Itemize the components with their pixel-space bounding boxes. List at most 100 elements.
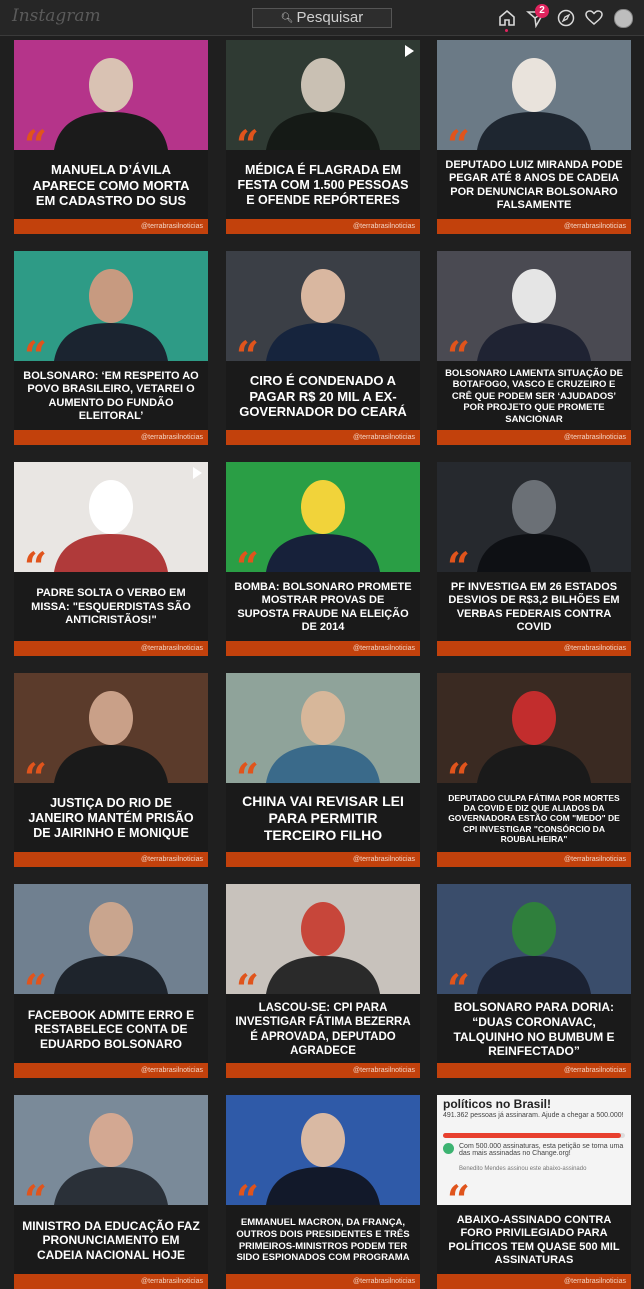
post-photo	[226, 462, 420, 572]
post-footer-handle: @terrabrasilnoticias	[226, 1063, 420, 1078]
headline-text: BOLSONARO: ‘EM RESPEITO AO POVO BRASILEI…	[23, 369, 199, 422]
post-photo	[437, 462, 631, 572]
check-icon	[443, 1143, 454, 1154]
post-card[interactable]: LASCOU-SE: CPI PARA INVESTIGAR FÁTIMA BE…	[226, 884, 420, 1078]
explore-compass-icon[interactable]	[556, 8, 576, 28]
quote-mark-icon: “	[24, 333, 47, 380]
post-footer-handle: @terrabrasilnoticias	[226, 219, 420, 234]
quote-mark-icon: “	[447, 544, 470, 591]
post-card[interactable]: BOLSONARO LAMENTA SITUAÇÃO DE BOTAFOGO, …	[437, 251, 631, 445]
post-footer-handle: @terrabrasilnoticias	[14, 641, 208, 656]
post-footer-handle: @terrabrasilnoticias	[14, 852, 208, 867]
post-footer-handle: @terrabrasilnoticias	[226, 641, 420, 656]
post-card[interactable]: CHINA VAI REVISAR LEI PARA PERMITIR TERC…	[226, 673, 420, 867]
post-headline: EMMANUEL MACRON, DA FRANÇA, OUTROS DOIS …	[226, 1205, 420, 1274]
headline-text: BOLSONARO PARA DORIA: “DUAS CORONAVAC, T…	[453, 1000, 615, 1059]
headline-text: PF INVESTIGA EM 26 ESTADOS DESVIOS DE R$…	[448, 580, 620, 633]
quote-mark-icon: “	[447, 1177, 470, 1224]
instagram-logo[interactable]: Instagram	[12, 6, 101, 26]
post-card[interactable]: FACEBOOK ADMITE ERRO E RESTABELECE CONTA…	[14, 884, 208, 1078]
post-card[interactable]: BOLSONARO: ‘EM RESPEITO AO POVO BRASILEI…	[14, 251, 208, 445]
post-photo	[14, 251, 208, 361]
petition-progress-bar	[443, 1133, 625, 1138]
post-headline: MÉDICA É FLAGRADA EM FESTA COM 1.500 PES…	[226, 150, 420, 219]
headline-text: EMMANUEL MACRON, DA FRANÇA, OUTROS DOIS …	[236, 1217, 410, 1264]
post-card[interactable]: MINISTRO DA EDUCAÇÃO FAZ PRONUNCIAMENTO …	[14, 1095, 208, 1289]
headline-text: BOMBA: BOLSONARO PROMETE MOSTRAR PROVAS …	[234, 580, 412, 633]
top-bar: Instagram 🔍︎ Pesquisar 2	[0, 0, 644, 36]
post-photo	[226, 40, 420, 150]
post-headline: DEPUTADO CULPA FÁTIMA POR MORTES DA COVI…	[437, 783, 631, 852]
post-headline: CIRO É CONDENADO A PAGAR R$ 20 MIL A EX-…	[226, 361, 420, 430]
video-play-icon	[193, 467, 202, 479]
quote-mark-icon: “	[447, 333, 470, 380]
quote-mark-icon: “	[236, 544, 259, 591]
post-footer-handle: @terrabrasilnoticias	[14, 1063, 208, 1078]
post-headline: CHINA VAI REVISAR LEI PARA PERMITIR TERC…	[226, 783, 420, 852]
post-card[interactable]: MÉDICA É FLAGRADA EM FESTA COM 1.500 PES…	[226, 40, 420, 234]
post-headline: BOLSONARO: ‘EM RESPEITO AO POVO BRASILEI…	[14, 361, 208, 430]
heart-icon[interactable]	[584, 8, 604, 28]
post-card[interactable]: políticos no Brasil! 491.362 pessoas já a…	[437, 1095, 631, 1289]
profile-avatar[interactable]	[614, 9, 633, 28]
post-headline: LASCOU-SE: CPI PARA INVESTIGAR FÁTIMA BE…	[226, 994, 420, 1063]
video-play-icon	[405, 45, 414, 57]
post-grid: MANUELA D’ÁVILA APARECE COMO MORTA EM CA…	[0, 36, 644, 1289]
post-headline: MINISTRO DA EDUCAÇÃO FAZ PRONUNCIAMENTO …	[14, 1205, 208, 1274]
post-footer-handle: @terrabrasilnoticias	[14, 1274, 208, 1289]
post-photo	[437, 251, 631, 361]
quote-mark-icon: “	[236, 1177, 259, 1224]
post-footer-handle: @terrabrasilnoticias	[226, 1274, 420, 1289]
quote-mark-icon: “	[236, 755, 259, 802]
headline-text: MINISTRO DA EDUCAÇÃO FAZ PRONUNCIAMENTO …	[22, 1218, 200, 1262]
post-card[interactable]: PADRE SOLTA O VERBO EM MISSA: "ESQUERDIS…	[14, 462, 208, 656]
post-headline: PADRE SOLTA O VERBO EM MISSA: "ESQUERDIS…	[14, 572, 208, 641]
post-headline: ABAIXO-ASSINADO CONTRA FORO PRIVILEGIADO…	[437, 1205, 631, 1274]
quote-mark-icon: “	[24, 755, 47, 802]
headline-text: JUSTIÇA DO RIO DE JANEIRO MANTÉM PRISÃO …	[28, 795, 194, 841]
post-card[interactable]: CIRO É CONDENADO A PAGAR R$ 20 MIL A EX-…	[226, 251, 420, 445]
post-card[interactable]: BOMBA: BOLSONARO PROMETE MOSTRAR PROVAS …	[226, 462, 420, 656]
post-headline: BOLSONARO PARA DORIA: “DUAS CORONAVAC, T…	[437, 994, 631, 1063]
post-headline: PF INVESTIGA EM 26 ESTADOS DESVIOS DE R$…	[437, 572, 631, 641]
post-card[interactable]: PF INVESTIGA EM 26 ESTADOS DESVIOS DE R$…	[437, 462, 631, 656]
post-photo	[437, 884, 631, 994]
headline-text: CHINA VAI REVISAR LEI PARA PERMITIR TERC…	[242, 792, 404, 844]
petition-signer: Benedito Mendes assinou este abaixo-assi…	[459, 1166, 587, 1172]
post-headline: BOLSONARO LAMENTA SITUAÇÃO DE BOTAFOGO, …	[437, 361, 631, 430]
search-placeholder: Pesquisar	[296, 9, 364, 26]
post-footer-handle: @terrabrasilnoticias	[14, 430, 208, 445]
headline-text: MANUELA D’ÁVILA APARECE COMO MORTA EM CA…	[32, 161, 190, 209]
quote-mark-icon: “	[447, 755, 470, 802]
post-card[interactable]: JUSTIÇA DO RIO DE JANEIRO MANTÉM PRISÃO …	[14, 673, 208, 867]
post-card[interactable]: BOLSONARO PARA DORIA: “DUAS CORONAVAC, T…	[437, 884, 631, 1078]
post-footer-handle: @terrabrasilnoticias	[437, 852, 631, 867]
quote-mark-icon: “	[447, 966, 470, 1013]
petition-progress-fill	[443, 1133, 622, 1138]
petition-count: 491.362 pessoas já assinaram. Ajude a ch…	[443, 1112, 624, 1119]
post-card[interactable]: DEPUTADO CULPA FÁTIMA POR MORTES DA COVI…	[437, 673, 631, 867]
headline-text: BOLSONARO LAMENTA SITUAÇÃO DE BOTAFOGO, …	[445, 367, 623, 425]
post-headline: MANUELA D’ÁVILA APARECE COMO MORTA EM CA…	[14, 150, 208, 219]
post-headline: BOMBA: BOLSONARO PROMETE MOSTRAR PROVAS …	[226, 572, 420, 641]
petition-title: políticos no Brasil!	[443, 1097, 552, 1111]
quote-mark-icon: “	[447, 122, 470, 169]
post-photo	[14, 673, 208, 783]
notification-badge: 2	[535, 4, 549, 18]
post-footer-handle: @terrabrasilnoticias	[437, 1274, 631, 1289]
search-input[interactable]: 🔍︎ Pesquisar	[252, 8, 392, 28]
post-card[interactable]: MANUELA D’ÁVILA APARECE COMO MORTA EM CA…	[14, 40, 208, 234]
post-photo	[226, 884, 420, 994]
quote-mark-icon: “	[24, 1177, 47, 1224]
headline-text: DEPUTADO LUIZ MIRANDA PODE PEGAR ATÉ 8 A…	[445, 158, 623, 211]
home-icon[interactable]	[497, 8, 517, 28]
quote-mark-icon: “	[24, 122, 47, 169]
post-footer-handle: @terrabrasilnoticias	[437, 219, 631, 234]
post-card[interactable]: DEPUTADO LUIZ MIRANDA PODE PEGAR ATÉ 8 A…	[437, 40, 631, 234]
post-photo	[437, 673, 631, 783]
post-footer-handle: @terrabrasilnoticias	[226, 852, 420, 867]
headline-text: DEPUTADO CULPA FÁTIMA POR MORTES DA COVI…	[448, 792, 620, 845]
post-headline: JUSTIÇA DO RIO DE JANEIRO MANTÉM PRISÃO …	[14, 783, 208, 852]
post-card[interactable]: EMMANUEL MACRON, DA FRANÇA, OUTROS DOIS …	[226, 1095, 420, 1289]
headline-text: FACEBOOK ADMITE ERRO E RESTABELECE CONTA…	[27, 1007, 195, 1051]
